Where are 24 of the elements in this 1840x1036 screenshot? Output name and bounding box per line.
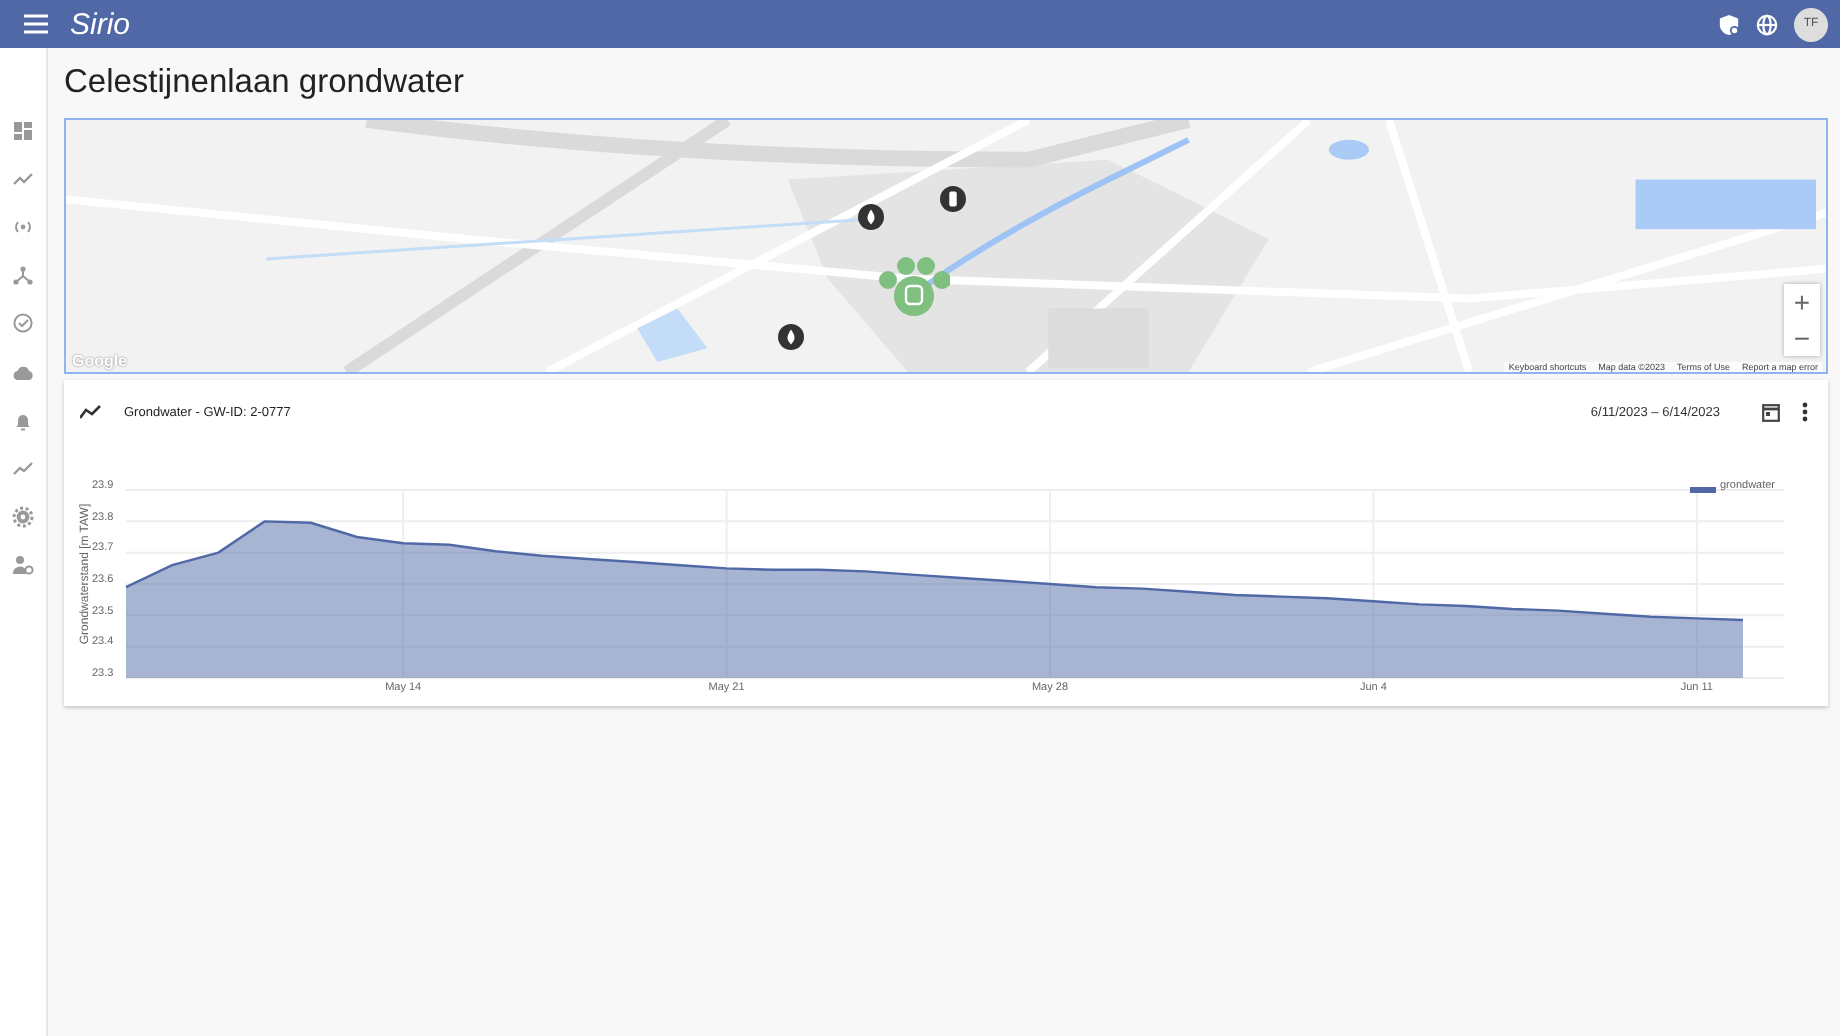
- menu-icon[interactable]: [24, 14, 48, 34]
- user-settings-icon[interactable]: [12, 554, 34, 577]
- dashboard-icon[interactable]: [12, 119, 34, 142]
- water-drop-icon[interactable]: [858, 204, 884, 230]
- zoom-in-button[interactable]: +: [1784, 284, 1820, 320]
- zoom-out-button[interactable]: −: [1784, 320, 1820, 356]
- settings-icon[interactable]: [12, 506, 34, 529]
- bell-icon[interactable]: [12, 409, 34, 432]
- water-drop-icon[interactable]: [778, 324, 804, 350]
- sensor-icon[interactable]: [940, 186, 966, 212]
- cloud-icon[interactable]: [12, 361, 34, 384]
- page-title: Celestijnenlaan grondwater: [64, 62, 466, 104]
- network-icon[interactable]: [12, 264, 34, 287]
- calendar-icon[interactable]: [1762, 402, 1780, 422]
- more-options-icon[interactable]: [1802, 402, 1808, 422]
- shield-icon[interactable]: [1718, 13, 1740, 35]
- line-chart-icon[interactable]: [12, 167, 34, 190]
- line-chart-icon: [80, 404, 102, 420]
- trend-icon[interactable]: [12, 457, 34, 480]
- logo[interactable]: Sirio: [70, 7, 131, 41]
- cluster-marker-icon[interactable]: [878, 256, 950, 320]
- globe-icon[interactable]: [1756, 13, 1778, 35]
- check-circle-icon[interactable]: [12, 312, 34, 335]
- map-logo: Google: [72, 352, 128, 370]
